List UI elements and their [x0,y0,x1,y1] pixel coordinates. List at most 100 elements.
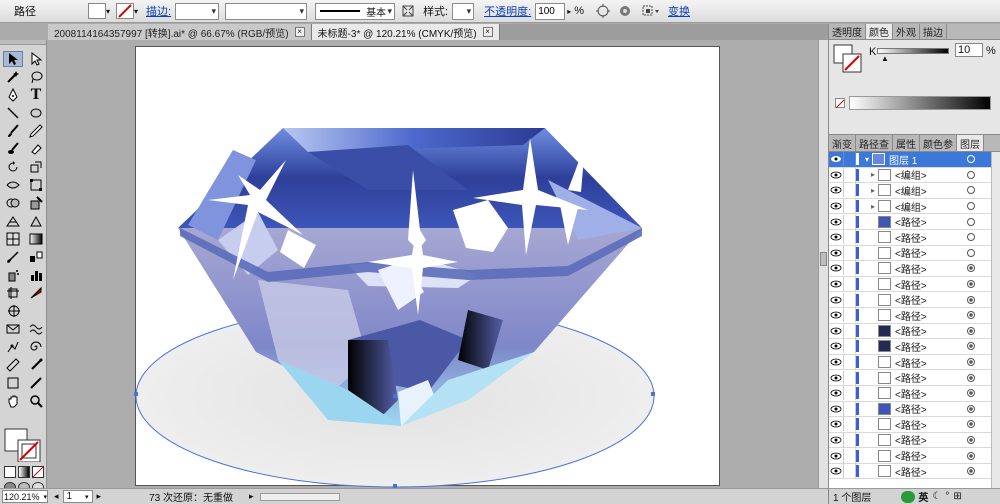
canvas-vertical-scrollbar[interactable] [818,40,828,488]
blob-brush-tool-icon[interactable] [3,141,23,157]
layer-row[interactable]: <路径> [829,370,1000,386]
stroke-link[interactable]: 描边: [146,3,171,19]
shape-builder-tool-icon[interactable] [3,195,23,211]
eyedropper-2-icon[interactable] [26,357,46,373]
tab-color[interactable]: 颜色 [866,24,893,39]
expand-icon[interactable]: ▸ [868,170,878,179]
lock-toggle[interactable] [844,261,856,276]
width-tool-icon[interactable] [3,177,23,193]
lock-toggle[interactable] [844,230,856,245]
live-paint-tool-icon[interactable] [26,195,46,211]
eraser-tool-icon[interactable] [26,141,46,157]
target-icon[interactable] [967,155,975,164]
target-icon[interactable] [967,358,975,367]
layer-row[interactable]: <路径> [829,386,1000,402]
eye-icon[interactable] [829,152,844,167]
paintbrush-tool-icon[interactable] [3,123,23,139]
opacity-field[interactable]: 100 [535,2,566,20]
eyedropper-tool-icon[interactable] [3,249,23,265]
layer-row[interactable]: ▸ <编组> [829,183,1000,199]
eye-icon[interactable] [829,386,844,401]
target-icon[interactable] [967,311,975,320]
layer-row[interactable]: <路径> [829,464,1000,480]
layer-row-top[interactable]: ▾ 图层 1 [829,152,1000,168]
lock-toggle[interactable] [844,432,856,447]
lock-toggle[interactable] [844,199,856,214]
perspective-grid-tool-icon[interactable] [3,213,23,229]
next-artboard-icon[interactable]: ▸ [97,491,102,502]
close-icon[interactable]: × [294,27,305,37]
lock-toggle[interactable] [844,214,856,229]
layer-row[interactable]: ▸ <编组> [829,199,1000,215]
layer-row[interactable]: <路径> [829,401,1000,418]
envelope-tool-icon[interactable] [3,321,23,337]
target-icon[interactable] [967,389,975,398]
ime-moon-icon[interactable]: ☾ [932,491,941,502]
ime-grid-icon[interactable]: ⊞ [953,491,961,502]
blend-tool-icon[interactable] [26,249,46,265]
pencil-tool-icon[interactable] [26,123,46,139]
layer-row[interactable]: <路径> [829,230,1000,246]
eye-icon[interactable] [829,214,844,229]
lock-toggle[interactable] [844,183,856,198]
twirl-tool-icon[interactable] [26,339,46,355]
lock-toggle[interactable] [844,245,856,260]
tab-gradient[interactable]: 渐变 [829,135,856,151]
brush-select[interactable]: 基本 ▾ [315,2,396,21]
type-tool-icon[interactable]: T [26,87,46,103]
expand-icon[interactable]: ▸ [868,186,878,195]
target-icon[interactable] [967,326,975,335]
diamond-artwork[interactable] [48,40,818,488]
hand-tool-icon[interactable] [3,393,23,409]
eye-icon[interactable] [829,448,844,463]
target-icon[interactable] [967,233,975,242]
none-swatch[interactable] [835,98,845,109]
tab-appearance[interactable]: 外观 [893,24,920,39]
lock-toggle[interactable] [844,308,856,323]
target-icon[interactable] [967,451,975,460]
lock-toggle[interactable] [844,355,856,370]
tab-layers[interactable]: 图层 [957,135,984,151]
align-icon[interactable] [642,2,662,21]
eye-icon[interactable] [829,417,844,432]
fill-swatch[interactable]: ▾ [88,2,114,21]
eye-icon[interactable] [829,355,844,370]
layer-row[interactable]: <路径> [829,277,1000,293]
lock-toggle[interactable] [844,401,856,416]
lock-toggle[interactable] [844,292,856,307]
opacity-dropdown-arrow[interactable]: ▸ [567,2,571,21]
eye-icon[interactable] [829,199,844,214]
perspective-select-tool-icon[interactable] [26,213,46,229]
target-icon[interactable] [967,217,975,226]
target-icon[interactable] [967,420,975,429]
eye-icon[interactable] [829,401,844,416]
pen-tool-icon[interactable] [3,87,23,103]
eye-icon[interactable] [829,308,844,323]
tab-pathfinder[interactable]: 路径查 [856,135,893,151]
layer-row[interactable]: <路径> [829,261,1000,277]
style-select[interactable]: ▾ [452,2,475,20]
layer-row[interactable]: <路径> [829,448,1000,464]
layer-row[interactable]: <路径> [829,339,1000,355]
puppet-warp-tool-icon[interactable] [3,339,23,355]
zoom-tool-icon[interactable] [26,393,46,409]
eye-icon[interactable] [829,245,844,260]
ime-dot-icon[interactable]: ° [945,491,949,502]
eye-icon[interactable] [829,464,844,479]
tab-document-2[interactable]: 未标题-3* @ 120.21% (CMYK/预览) × [311,24,500,40]
eye-icon[interactable] [829,167,844,182]
eye-icon[interactable] [829,339,844,354]
scale-tool-icon[interactable] [26,159,46,175]
crosshair-icon[interactable] [3,303,23,319]
eye-icon[interactable] [829,323,844,338]
layer-row[interactable]: <路径> [829,308,1000,324]
global-edit-icon[interactable] [618,2,632,21]
eye-icon[interactable] [829,230,844,245]
ime-lang-icon[interactable]: 英 [918,489,928,504]
free-transform-tool-icon[interactable] [26,177,46,193]
opacity-link[interactable]: 不透明度: [484,3,531,19]
layer-row[interactable]: <路径> [829,417,1000,433]
horizontal-scrollbar[interactable] [259,492,340,501]
target-icon[interactable] [967,342,975,351]
expand-icon[interactable]: ▸ [868,202,878,211]
